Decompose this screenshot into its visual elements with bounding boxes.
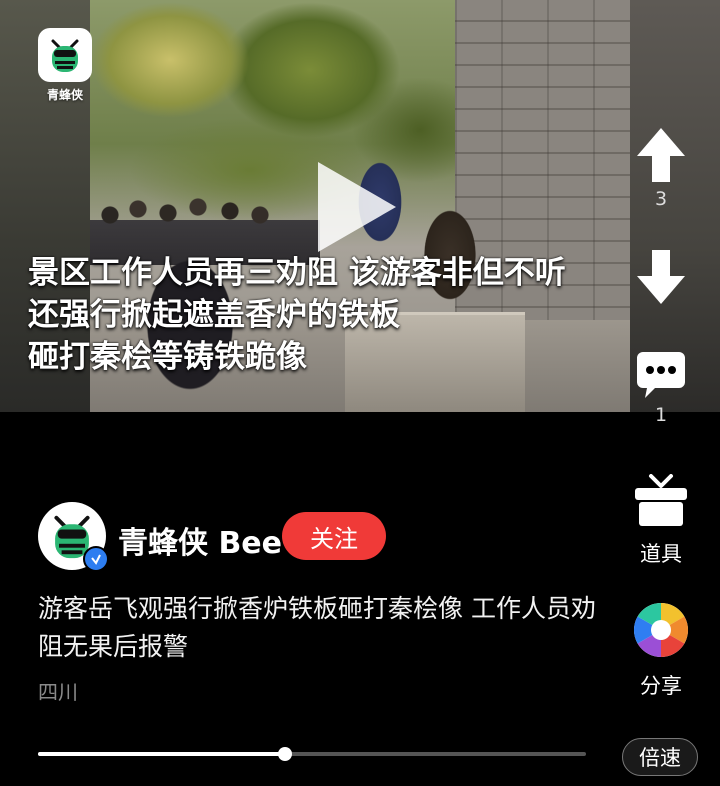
- share-button[interactable]: 分享: [616, 600, 706, 700]
- logo-label: 青蜂侠: [46, 88, 83, 102]
- progress-fill: [38, 752, 285, 756]
- video-caption: 景区工作人员再三劝阻 该游客非但不听 还强行掀起遮盖香炉的铁板 砸打秦桧等铸铁跪…: [28, 252, 678, 378]
- comment-button[interactable]: 1: [616, 350, 706, 426]
- progress-thumb[interactable]: [277, 747, 292, 761]
- comment-count: 1: [654, 404, 668, 426]
- gift-box-icon: [635, 474, 687, 526]
- share-aperture-icon: [633, 603, 689, 657]
- downvote-button[interactable]: [616, 248, 706, 310]
- upvote-button[interactable]: 3: [616, 126, 706, 210]
- down-arrow-icon: [637, 250, 685, 304]
- upvote-count: 3: [654, 188, 668, 210]
- play-icon[interactable]: [318, 162, 396, 252]
- caption-line: 景区工作人员再三劝阻 该游客非但不听: [28, 255, 566, 291]
- share-label: 分享: [640, 674, 682, 698]
- post-location: 四川: [38, 680, 78, 704]
- verified-badge-icon: [83, 546, 109, 572]
- caption-line: 还强行掀起遮盖香炉的铁板: [28, 297, 400, 333]
- comment-icon: [637, 352, 685, 398]
- video-player[interactable]: 青蜂侠 景区工作人员再三劝阻 该游客非但不听 还强行掀起遮盖香炉的铁板 砸打秦桧…: [0, 0, 720, 412]
- author-name[interactable]: 青蜂侠 Bee: [118, 518, 282, 562]
- bee-logo-icon: [38, 28, 92, 82]
- props-label: 道具: [640, 542, 682, 566]
- video-feed-screen: 青蜂侠 景区工作人员再三劝阻 该游客非但不听 还强行掀起遮盖香炉的铁板 砸打秦桧…: [0, 0, 720, 786]
- up-arrow-icon: [637, 128, 685, 182]
- props-button[interactable]: 道具: [616, 474, 706, 568]
- follow-button[interactable]: 关注: [282, 512, 386, 560]
- caption-line: 砸打秦桧等铸铁跪像: [28, 339, 307, 375]
- post-description: 游客岳飞观强行掀香炉铁板砸打秦桧像 工作人员劝阻无果后报警: [38, 594, 596, 661]
- channel-logo: 青蜂侠: [36, 28, 94, 104]
- playback-speed-button[interactable]: 倍速: [622, 738, 698, 776]
- video-progress-bar[interactable]: [38, 747, 586, 761]
